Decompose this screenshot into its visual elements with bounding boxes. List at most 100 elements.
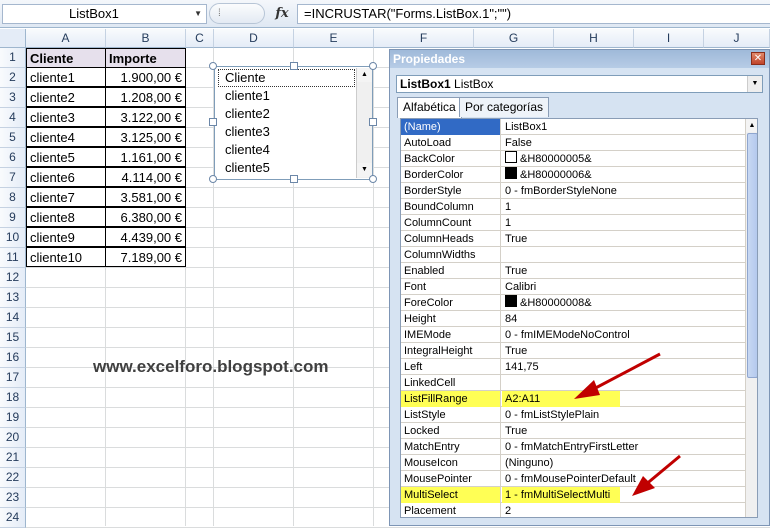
table-cell[interactable]: cliente10	[26, 247, 106, 267]
row-header[interactable]: 8	[0, 188, 26, 208]
chevron-down-icon[interactable]: ▼	[747, 76, 762, 92]
property-row[interactable]: Enabled True	[401, 263, 745, 279]
column-header-g[interactable]: G	[474, 29, 554, 48]
column-header-h[interactable]: H	[554, 29, 634, 48]
property-value-cell[interactable]: 1	[502, 215, 745, 231]
property-row[interactable]: MultiSelect 1 - fmMultiSelectMulti	[401, 487, 745, 503]
table-cell[interactable]: cliente9	[26, 227, 106, 247]
table-cell[interactable]: 3.125,00 €	[105, 127, 186, 147]
column-header-b[interactable]: B	[106, 29, 186, 48]
property-row[interactable]: Height 84	[401, 311, 745, 327]
property-row[interactable]: (Name) ListBox1	[401, 119, 745, 135]
property-value-cell[interactable]: 141,75	[502, 359, 745, 375]
row-header[interactable]: 9	[0, 208, 26, 228]
tab-por-categorias[interactable]: Por categorías	[459, 97, 550, 117]
property-value-cell[interactable]: True	[502, 423, 745, 439]
resize-handle[interactable]	[209, 118, 217, 126]
row-header[interactable]: 11	[0, 248, 26, 268]
property-value-cell[interactable]: &H80000005&	[502, 151, 745, 167]
resize-handle[interactable]	[369, 175, 377, 183]
table-header-cell[interactable]: Importe	[105, 48, 186, 68]
row-header[interactable]: 18	[0, 388, 26, 408]
table-cell[interactable]: cliente6	[26, 167, 106, 187]
table-cell[interactable]: 4.114,00 €	[105, 167, 186, 187]
column-header-d[interactable]: D	[214, 29, 294, 48]
row-header[interactable]: 4	[0, 108, 26, 128]
property-row[interactable]: BackColor &H80000005&	[401, 151, 745, 167]
property-value-cell[interactable]: 84	[502, 311, 745, 327]
property-row[interactable]: BorderColor &H80000006&	[401, 167, 745, 183]
property-row[interactable]: BorderStyle 0 - fmBorderStyleNone	[401, 183, 745, 199]
property-row[interactable]: ListFillRange A2:A11	[401, 391, 745, 407]
row-header[interactable]: 19	[0, 408, 26, 428]
resize-handle[interactable]	[209, 62, 217, 70]
property-row[interactable]: IMEMode 0 - fmIMEModeNoControl	[401, 327, 745, 343]
property-value-cell[interactable]: True	[502, 263, 745, 279]
property-row[interactable]: Left 141,75	[401, 359, 745, 375]
row-header[interactable]: 20	[0, 428, 26, 448]
property-grid-scrollbar[interactable]: ▲	[745, 119, 757, 517]
listbox-item[interactable]: Cliente	[225, 69, 265, 87]
table-cell[interactable]: cliente8	[26, 207, 106, 227]
property-value-cell[interactable]: 0 - fmIMEModeNoControl	[502, 327, 745, 343]
chevron-down-icon[interactable]: ▼	[194, 5, 202, 23]
property-row[interactable]: IntegralHeight True	[401, 343, 745, 359]
table-header-cell[interactable]: Cliente	[26, 48, 106, 68]
table-cell[interactable]: cliente4	[26, 127, 106, 147]
insert-function-button[interactable]: fx	[272, 3, 292, 25]
table-cell[interactable]: 1.900,00 €	[105, 67, 186, 87]
property-value-cell[interactable]: (Ninguno)	[502, 455, 745, 471]
property-value-cell[interactable]: 2	[502, 503, 745, 517]
formula-input[interactable]: =INCRUSTAR("Forms.ListBox.1";"")	[297, 4, 770, 24]
property-value-cell[interactable]: &H80000006&	[502, 167, 745, 183]
row-header[interactable]: 16	[0, 348, 26, 368]
name-box[interactable]: ListBox1 ▼	[2, 4, 207, 24]
table-cell[interactable]: 3.581,00 €	[105, 187, 186, 207]
table-cell[interactable]: cliente1	[26, 67, 106, 87]
property-row[interactable]: ColumnWidths	[401, 247, 745, 263]
row-header[interactable]: 10	[0, 228, 26, 248]
select-all-corner[interactable]	[0, 29, 26, 48]
column-header-i[interactable]: I	[634, 29, 704, 48]
property-row[interactable]: LinkedCell	[401, 375, 745, 391]
row-header[interactable]: 2	[0, 68, 26, 88]
row-header[interactable]: 3	[0, 88, 26, 108]
property-value-cell[interactable]: 0 - fmMousePointerDefault	[502, 471, 745, 487]
tab-alfabetica[interactable]: Alfabética	[397, 97, 462, 118]
column-header-j[interactable]: J	[704, 29, 770, 48]
property-row[interactable]: MousePointer 0 - fmMousePointerDefault	[401, 471, 745, 487]
listbox-item[interactable]: cliente3	[225, 123, 270, 141]
listbox-control[interactable]: Cliente cliente1 cliente2 cliente3 clien…	[214, 66, 373, 180]
resize-handle[interactable]	[209, 175, 217, 183]
row-header[interactable]: 13	[0, 288, 26, 308]
listbox-item[interactable]: cliente1	[225, 87, 270, 105]
property-value-cell[interactable]: 1	[502, 199, 745, 215]
row-header[interactable]: 7	[0, 168, 26, 188]
table-cell[interactable]: cliente5	[26, 147, 106, 167]
property-value-cell[interactable]: 1 - fmMultiSelectMulti	[502, 487, 620, 503]
property-value-cell[interactable]: 0 - fmBorderStyleNone	[502, 183, 745, 199]
table-cell[interactable]: 1.208,00 €	[105, 87, 186, 107]
property-value-cell[interactable]: ListBox1	[502, 119, 745, 135]
row-header[interactable]: 1	[0, 48, 26, 68]
scroll-thumb[interactable]	[747, 133, 757, 378]
property-value-cell[interactable]: Calibri	[502, 279, 745, 295]
table-cell[interactable]: cliente7	[26, 187, 106, 207]
property-row[interactable]: Font Calibri	[401, 279, 745, 295]
row-header[interactable]: 5	[0, 128, 26, 148]
property-value-cell[interactable]: 0 - fmListStylePlain	[502, 407, 745, 423]
resize-handle[interactable]	[290, 62, 298, 70]
property-value-cell[interactable]	[502, 375, 745, 391]
property-value-cell[interactable]: &H80000008&	[502, 295, 745, 311]
property-row[interactable]: MatchEntry 0 - fmMatchEntryFirstLetter	[401, 439, 745, 455]
table-cell[interactable]: 4.439,00 €	[105, 227, 186, 247]
properties-title[interactable]: Propiedades	[390, 50, 769, 68]
listbox-item[interactable]: cliente4	[225, 141, 270, 159]
close-icon[interactable]: ✕	[751, 52, 765, 65]
listbox-item[interactable]: cliente2	[225, 105, 270, 123]
property-row[interactable]: Locked True	[401, 423, 745, 439]
property-value-cell[interactable]	[502, 247, 745, 263]
property-value-cell[interactable]: True	[502, 231, 745, 247]
scroll-up-icon[interactable]: ▲	[746, 119, 757, 132]
row-header[interactable]: 17	[0, 368, 26, 388]
